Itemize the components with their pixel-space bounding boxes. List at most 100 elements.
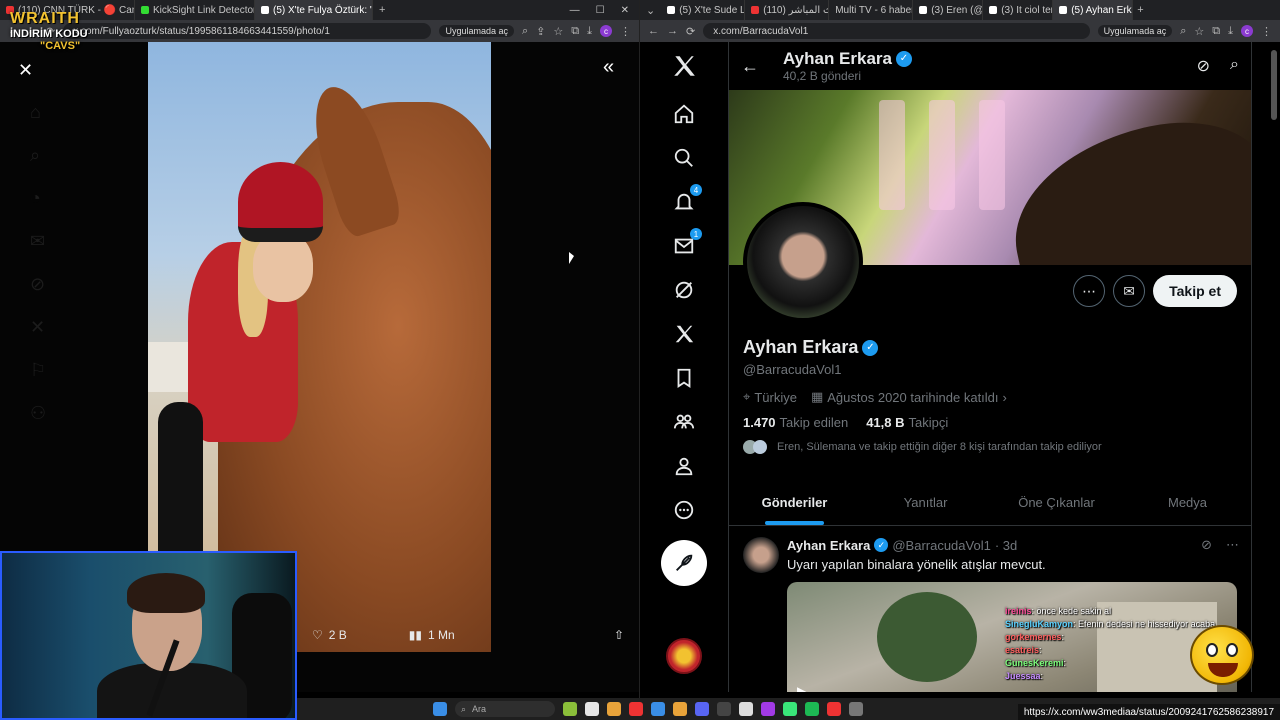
join-date[interactable]: ▦ Ağustos 2020 tarihinde katıldı › bbox=[811, 389, 1007, 405]
profile-avatar-icon[interactable]: c bbox=[1241, 25, 1253, 37]
discord-icon[interactable] bbox=[695, 702, 709, 716]
tweet-author[interactable]: Ayhan Erkara bbox=[787, 538, 870, 553]
back-icon[interactable]: ← bbox=[648, 25, 659, 37]
new-tab-icon[interactable]: + bbox=[1133, 4, 1147, 16]
share-button[interactable]: ⇧ bbox=[614, 628, 624, 642]
tab-itciol[interactable]: (3) It ciol temmuz bbox=[983, 0, 1054, 20]
open-in-app-button[interactable]: Uygulamada aç bbox=[1097, 25, 1173, 37]
app-icon[interactable] bbox=[761, 702, 775, 716]
task-view-icon[interactable] bbox=[585, 702, 599, 716]
following-link[interactable]: 1.470 Takip edilen bbox=[743, 415, 848, 430]
home-icon[interactable] bbox=[664, 94, 704, 134]
bookmark-star-icon[interactable]: ☆ bbox=[553, 25, 563, 38]
x-logo-icon[interactable] bbox=[664, 46, 704, 86]
close-viewer-icon[interactable]: ✕ bbox=[18, 60, 33, 81]
x-favicon-icon bbox=[1059, 6, 1068, 14]
menu-dots-icon[interactable]: ⋮ bbox=[1261, 25, 1272, 38]
search-icon[interactable]: ⌕ bbox=[1230, 56, 1239, 76]
back-arrow-icon[interactable]: ← bbox=[741, 56, 759, 77]
app-icon[interactable] bbox=[827, 702, 841, 716]
profile-icon[interactable] bbox=[664, 446, 704, 486]
more-icon[interactable] bbox=[664, 490, 704, 530]
bookmarks-icon[interactable] bbox=[664, 358, 704, 398]
x-favicon-icon bbox=[919, 6, 928, 14]
download-icon[interactable]: ⤓ bbox=[587, 25, 592, 38]
url-input[interactable]: x.com/BarracudaVol1 bbox=[703, 23, 1090, 39]
messages-icon[interactable]: 1 bbox=[664, 226, 704, 266]
known-followers[interactable]: Eren, Sülemana ve takip ettiğin diğer 8 … bbox=[743, 440, 1239, 454]
search-icon[interactable] bbox=[664, 138, 704, 178]
tweet-time[interactable]: · 3d bbox=[995, 538, 1017, 553]
like-button[interactable]: ♡ 2 B bbox=[312, 628, 347, 642]
account-avatar[interactable] bbox=[666, 638, 702, 674]
tab-fulya-ozturk[interactable]: (5) X'te Fulya Öztürk: "Türk Kızı ✕ bbox=[255, 0, 373, 20]
more-dots-icon[interactable]: ⋯ bbox=[1226, 537, 1239, 553]
tweet-text: Uyarı yapılan binalara yönelik atışlar m… bbox=[787, 557, 1046, 572]
tab-posts[interactable]: Gönderiler bbox=[729, 480, 860, 525]
analytics-icon: ▮▮ bbox=[408, 628, 422, 642]
zoom-icon[interactable]: ⌕ bbox=[522, 25, 528, 38]
tab-multitv[interactable]: Multi TV - 6 haber bbox=[829, 0, 914, 20]
taskbar-search[interactable]: ⌕ Ara bbox=[455, 701, 555, 717]
spotify-icon[interactable] bbox=[805, 702, 819, 716]
page-scrollbar[interactable] bbox=[1271, 50, 1277, 120]
close-window-icon[interactable]: ✕ bbox=[621, 5, 629, 16]
profile-tabs: Gönderiler Yanıtlar Öne Çıkanlar Medya bbox=[729, 480, 1251, 526]
tab-kicksight[interactable]: KickSight Link Detector ✕ bbox=[135, 0, 255, 20]
minimize-icon[interactable]: — bbox=[570, 5, 580, 16]
tab-media[interactable]: Medya bbox=[1122, 480, 1251, 525]
grok-icon[interactable]: ⊘ bbox=[1197, 56, 1210, 76]
windows-start-icon[interactable] bbox=[433, 702, 447, 716]
bookmark-star-icon[interactable]: ☆ bbox=[1194, 25, 1204, 38]
maximize-icon[interactable]: ☐ bbox=[596, 5, 605, 16]
grok-icon[interactable]: ⊘ bbox=[1201, 537, 1212, 553]
open-in-app-button[interactable]: Uygulamada aç bbox=[439, 25, 514, 37]
tweet-avatar[interactable] bbox=[743, 537, 779, 573]
chat-message: : bbox=[1061, 632, 1065, 642]
menu-dots-icon[interactable]: ⋮ bbox=[620, 25, 631, 38]
compose-post-button[interactable] bbox=[661, 540, 707, 586]
app-icon[interactable] bbox=[849, 702, 863, 716]
app-icon[interactable] bbox=[783, 702, 797, 716]
notifications-icon[interactable]: 4 bbox=[664, 182, 704, 222]
tab-ayhan-erkara[interactable]: (5) Ayhan Erkara ✕ bbox=[1053, 0, 1134, 20]
tab-replies[interactable]: Yanıtlar bbox=[860, 480, 991, 525]
tab-sude[interactable]: (5) X'te Sude Linz bbox=[661, 0, 746, 20]
grok-icon[interactable] bbox=[664, 270, 704, 310]
tab-search-icon[interactable]: ⌄ bbox=[640, 4, 661, 17]
tab-eren[interactable]: (3) Eren (@Ebusin bbox=[913, 0, 984, 20]
share-icon[interactable]: ⇪ bbox=[536, 25, 545, 38]
header-name: Ayhan Erkara ✓ bbox=[783, 49, 912, 69]
play-icon[interactable]: ▶ bbox=[797, 684, 806, 692]
extensions-icon[interactable]: ⧉ bbox=[571, 25, 579, 38]
app-icon[interactable] bbox=[739, 702, 753, 716]
extensions-icon[interactable]: ⧉ bbox=[1212, 25, 1220, 38]
communities-icon[interactable] bbox=[664, 402, 704, 442]
message-button[interactable]: ✉ bbox=[1113, 275, 1146, 307]
forward-icon[interactable]: → bbox=[667, 25, 678, 37]
app-icon[interactable] bbox=[651, 702, 665, 716]
search-icon: ⌕ bbox=[30, 145, 41, 165]
new-tab-icon[interactable]: + bbox=[373, 4, 391, 16]
file-explorer-icon[interactable] bbox=[607, 702, 621, 716]
more-options-button[interactable]: ⋯ bbox=[1073, 275, 1106, 307]
collapse-panel-icon[interactable]: « bbox=[603, 56, 614, 79]
chrome-icon[interactable] bbox=[629, 702, 643, 716]
tab-highlights[interactable]: Öne Çıkanlar bbox=[991, 480, 1122, 525]
zoom-icon[interactable]: ⌕ bbox=[1180, 25, 1186, 38]
profile-avatar-icon[interactable]: c bbox=[600, 25, 612, 37]
premium-x-icon[interactable] bbox=[664, 314, 704, 354]
chat-user: gorkemernes bbox=[1005, 632, 1062, 642]
widget-icon[interactable] bbox=[563, 702, 577, 716]
app-icon[interactable] bbox=[673, 702, 687, 716]
url-input[interactable]: x.com/Fullyaozturk/status/19958611846634… bbox=[63, 23, 432, 39]
app-icon[interactable] bbox=[717, 702, 731, 716]
download-icon[interactable]: ⤓ bbox=[1228, 25, 1233, 38]
reload-icon[interactable]: ⟳ bbox=[686, 25, 695, 38]
views-button[interactable]: ▮▮ 1 Mn bbox=[409, 628, 455, 642]
follow-button[interactable]: Takip et bbox=[1153, 275, 1237, 307]
followers-link[interactable]: 41,8 B Takipçi bbox=[866, 415, 948, 430]
tab-live[interactable]: (110) البث المباشر bbox=[745, 0, 830, 20]
right-address-bar: ← → ⟳ x.com/BarracudaVol1 Uygulamada aç … bbox=[640, 20, 1280, 42]
profile-avatar[interactable] bbox=[743, 202, 863, 322]
